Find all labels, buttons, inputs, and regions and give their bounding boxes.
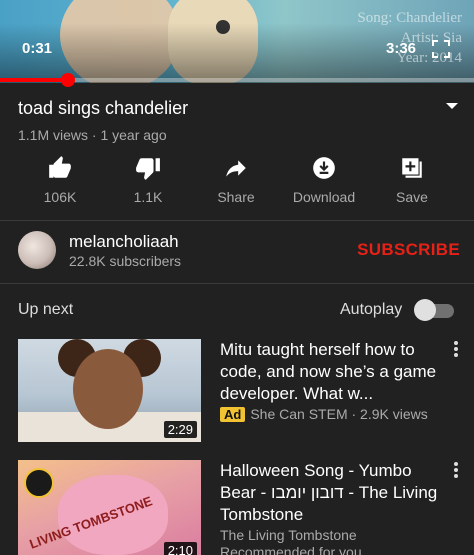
channel-avatar[interactable]: [18, 231, 56, 269]
divider: [0, 283, 474, 284]
channel-name[interactable]: melancholiaah: [69, 232, 179, 252]
thumbnail-person: [73, 349, 143, 429]
progress-fill: [0, 78, 69, 82]
more-options-icon[interactable]: [450, 341, 462, 359]
video-card[interactable]: LIVING TOMBSTONE 2:10 Halloween Song - Y…: [0, 460, 474, 555]
download-button[interactable]: Download: [279, 155, 369, 205]
save-label: Save: [396, 189, 428, 205]
video-thumbnail[interactable]: LIVING TOMBSTONE 2:10: [18, 460, 201, 555]
expand-description-icon[interactable]: [446, 103, 458, 109]
divider: [0, 220, 474, 221]
share-icon: [226, 160, 246, 177]
progress-scrubber[interactable]: [61, 73, 76, 87]
subscribe-button[interactable]: SUBSCRIBE: [357, 240, 460, 260]
like-button[interactable]: 106K: [15, 155, 105, 205]
video-card[interactable]: 2:29 Mitu taught herself how to code, an…: [0, 339, 474, 451]
video-card-title[interactable]: Mitu taught herself how to code, and now…: [220, 339, 440, 405]
current-time: 0:31: [22, 40, 53, 57]
video-card-recommendation: Recommended for you: [220, 544, 362, 555]
tombstone-logo-icon: [24, 468, 54, 498]
thumbs-down-icon: [136, 158, 160, 180]
song-info-line: Song: Chandelier: [357, 10, 462, 26]
video-card-channel: The Living Tombstone: [220, 527, 357, 543]
toggle-knob: [414, 299, 436, 321]
video-player[interactable]: Song: Chandelier Artist: Sia Year: 2014 …: [0, 0, 474, 83]
dislike-button[interactable]: 1.1K: [103, 155, 193, 205]
ad-badge: Ad: [220, 407, 246, 422]
song-info-overlay: Song: Chandelier Artist: Sia Year: 2014: [357, 8, 462, 68]
video-duration: 2:10: [163, 542, 197, 555]
video-card-channel: She Can STEM · 2.9K views: [250, 406, 428, 422]
video-title: toad sings chandelier: [18, 98, 189, 118]
total-time: 3:36: [386, 40, 417, 57]
download-icon: [313, 157, 335, 179]
dislike-count: 1.1K: [133, 189, 163, 205]
more-options-icon[interactable]: [450, 462, 462, 480]
save-button[interactable]: Save: [367, 155, 457, 205]
video-meta: 1.1M views · 1 year ago: [18, 127, 167, 143]
video-card-title[interactable]: Halloween Song - Yumbo Bear - דובון יומב…: [220, 460, 440, 526]
share-label: Share: [217, 189, 255, 205]
autoplay-label: Autoplay: [340, 301, 403, 318]
action-bar: 106K 1.1K Share Download Save: [0, 155, 474, 211]
thumbs-up-icon: [49, 156, 71, 178]
fullscreen-icon[interactable]: [432, 40, 450, 58]
save-playlist-icon: [402, 158, 422, 178]
autoplay-toggle[interactable]: [414, 299, 454, 321]
video-duration: 2:29: [163, 421, 197, 438]
up-next-heading: Up next: [18, 301, 74, 318]
like-count: 106K: [43, 189, 77, 205]
video-thumbnail[interactable]: 2:29: [18, 339, 201, 442]
subscriber-count: 22.8K subscribers: [69, 253, 182, 269]
share-button[interactable]: Share: [191, 155, 281, 205]
download-label: Download: [292, 189, 356, 205]
video-card-subtitle: Ad She Can STEM · 2.9K views: [220, 406, 428, 422]
